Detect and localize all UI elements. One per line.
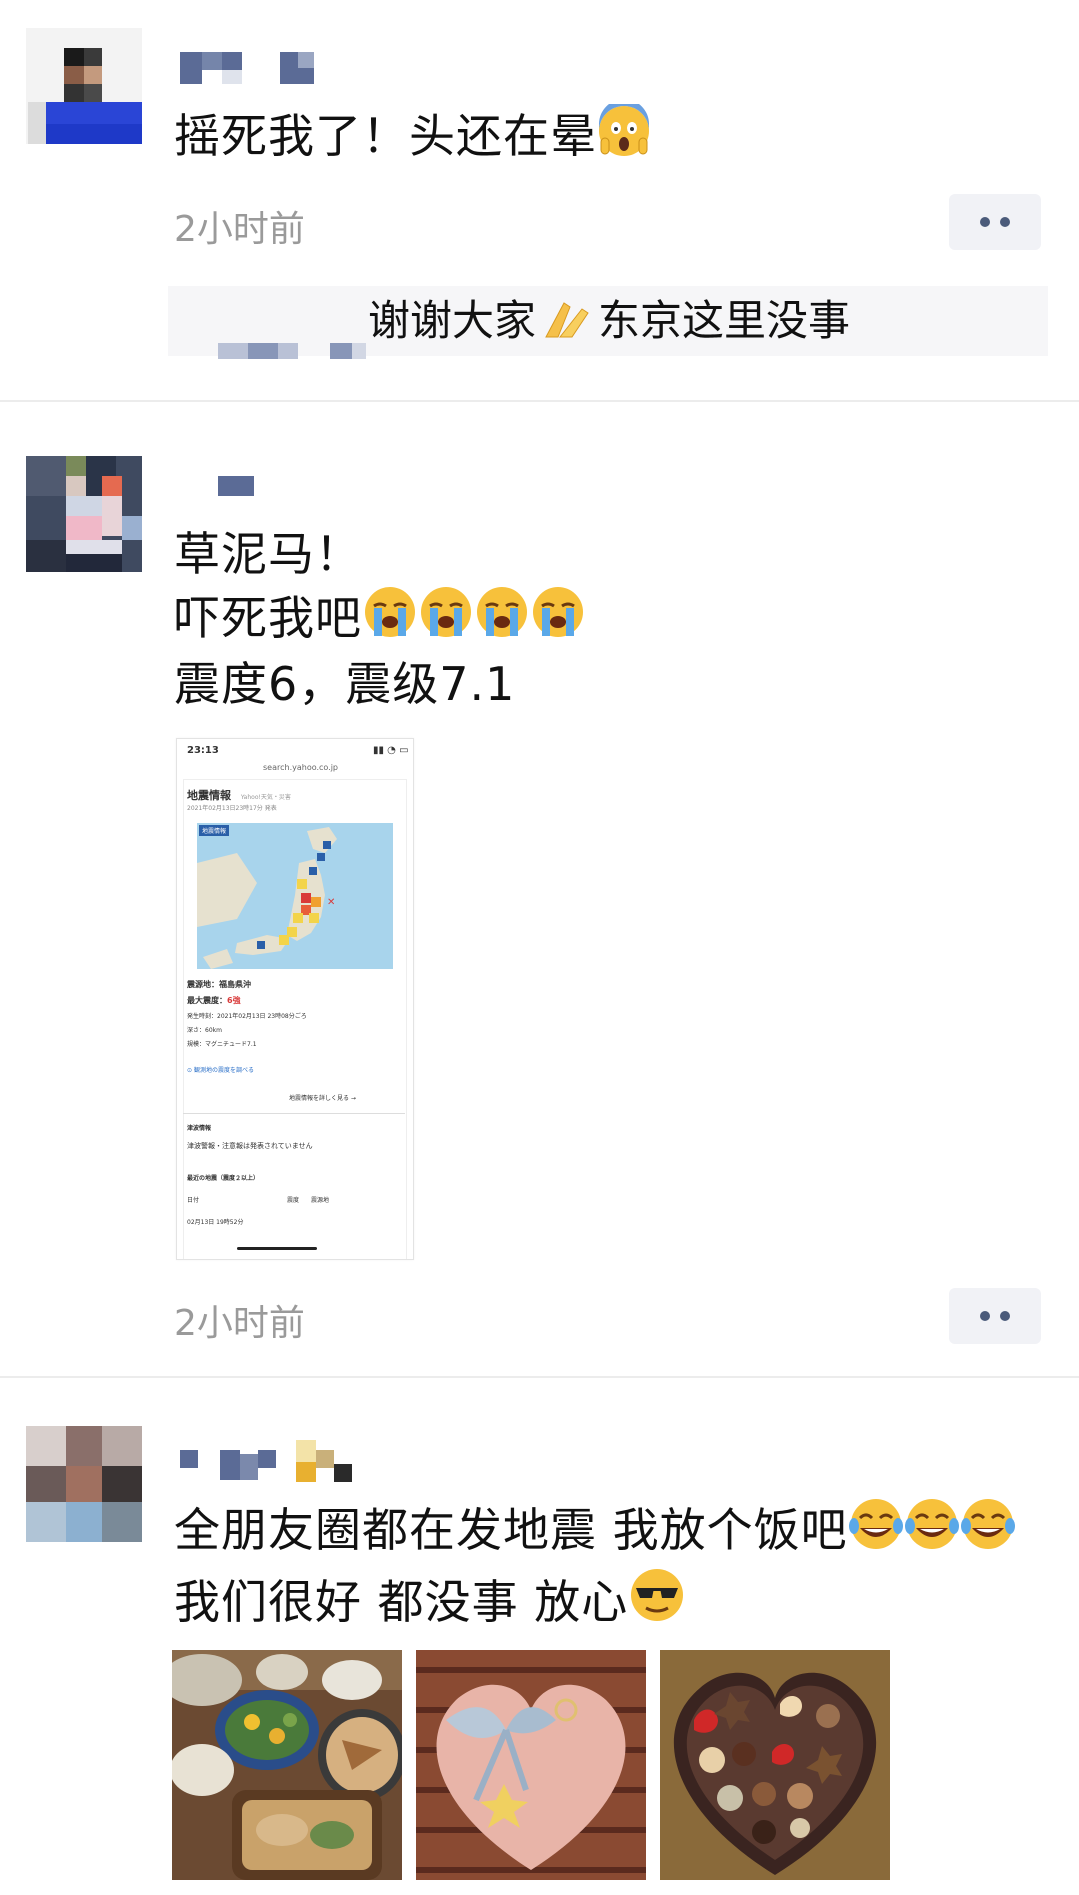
more-dots-icon[interactable] <box>949 194 1041 250</box>
depth: 深さ：60km <box>187 1027 222 1034</box>
observed-intensity-link[interactable]: ⊙ 観測地の震度を調べる <box>187 1065 254 1074</box>
max-intensity: 最大震度：6強 <box>187 996 241 1005</box>
recent-title: 最近の地震（震度２以上） <box>187 1175 260 1182</box>
post-divider <box>0 400 1079 402</box>
post-text: 全朋友圈都在发地震 我放个饭吧 我们很好 都没事 放心 <box>174 1496 1016 1638</box>
recent-row: 02月13日 19時52分 <box>187 1219 244 1226</box>
occurred-time: 発生時刻：2021年02月13日 23時08分ごろ <box>187 1013 307 1020</box>
sunglasses-emoji <box>628 1566 686 1638</box>
tsunami-text: 津波警報・注意報は発表されていません <box>187 1142 313 1150</box>
tsunami-title: 津波情報 <box>187 1125 212 1132</box>
photo-food-meal[interactable] <box>172 1650 402 1880</box>
crying-emoji <box>530 584 586 654</box>
status-time: 23:13 <box>187 745 219 756</box>
magnitude: 規模：マグニチュード7.1 <box>187 1041 257 1048</box>
comment-text-tail: 东京这里没事 <box>598 296 851 345</box>
photo-heart-box[interactable] <box>416 1650 646 1880</box>
praying-hands-emoji <box>542 292 592 362</box>
col-place: 震源地 <box>311 1197 330 1204</box>
avatar[interactable] <box>26 28 142 144</box>
laughing-emoji <box>848 1496 904 1566</box>
home-indicator <box>237 1247 317 1250</box>
crying-emoji-group <box>362 587 586 645</box>
post-text-line: 全朋友圈都在发地震 我放个饭吧 <box>174 1503 848 1557</box>
post-text-line: 摇死我了！头还在晕 <box>174 109 597 163</box>
col-date: 日付 <box>187 1197 200 1204</box>
post-time: 2小时前 <box>174 1303 305 1344</box>
post-text-line: 震度6，震级7.1 <box>174 657 516 711</box>
post-text: 摇死我了！头还在晕 <box>174 99 651 172</box>
username-pixelated[interactable] <box>180 48 320 92</box>
scream-emoji <box>597 99 651 172</box>
commenter-pixelated[interactable] <box>218 312 368 359</box>
username-pixelated[interactable] <box>180 472 260 516</box>
status-icons: ▮▮ ◔ ▭ <box>373 745 409 756</box>
laughing-emoji-group <box>848 1499 1016 1557</box>
avatar[interactable] <box>26 1426 142 1542</box>
crying-emoji <box>474 584 530 654</box>
laughing-emoji <box>904 1496 960 1566</box>
post-divider <box>0 1376 1079 1378</box>
photo-chocolates[interactable] <box>660 1650 890 1880</box>
col-intensity: 震度 <box>287 1197 300 1204</box>
details-link[interactable]: 地震情報を詳しく見る → <box>289 1093 356 1102</box>
post-text: 草泥马！ 吓死我吧 震度6，震级7.1 <box>174 524 586 714</box>
crying-emoji <box>418 584 474 654</box>
laughing-emoji <box>960 1496 1016 1566</box>
post-text-line: 吓死我吧 <box>174 591 362 645</box>
issued-time: 2021年02月13日23時17分 発表 <box>187 805 277 812</box>
earthquake-screenshot-image[interactable]: 23:13 ▮▮ ◔ ▭ search.yahoo.co.jp 地震情報 Yah… <box>176 738 414 1260</box>
svg-text:✕: ✕ <box>327 897 335 908</box>
epicenter: 震源地：福島県沖 <box>187 980 251 989</box>
username-pixelated[interactable] <box>180 1440 360 1484</box>
more-dots-icon[interactable] <box>949 1288 1041 1344</box>
url-bar: search.yahoo.co.jp <box>263 763 339 772</box>
post-time: 2小时前 <box>174 209 305 250</box>
crying-emoji <box>362 584 418 654</box>
comment-text: 谢谢大家 <box>368 296 537 345</box>
comment-box: 谢谢大家 东京这里没事 <box>168 286 1048 359</box>
post-text-line: 我们很好 都没事 放心 <box>174 1575 629 1629</box>
avatar[interactable] <box>26 456 142 572</box>
japan-map: 地震情報 ✕ <box>197 823 393 969</box>
post-text-line: 草泥马！ <box>174 527 362 581</box>
page-title: 地震情報 Yahoo!天気・災害 <box>187 789 291 802</box>
